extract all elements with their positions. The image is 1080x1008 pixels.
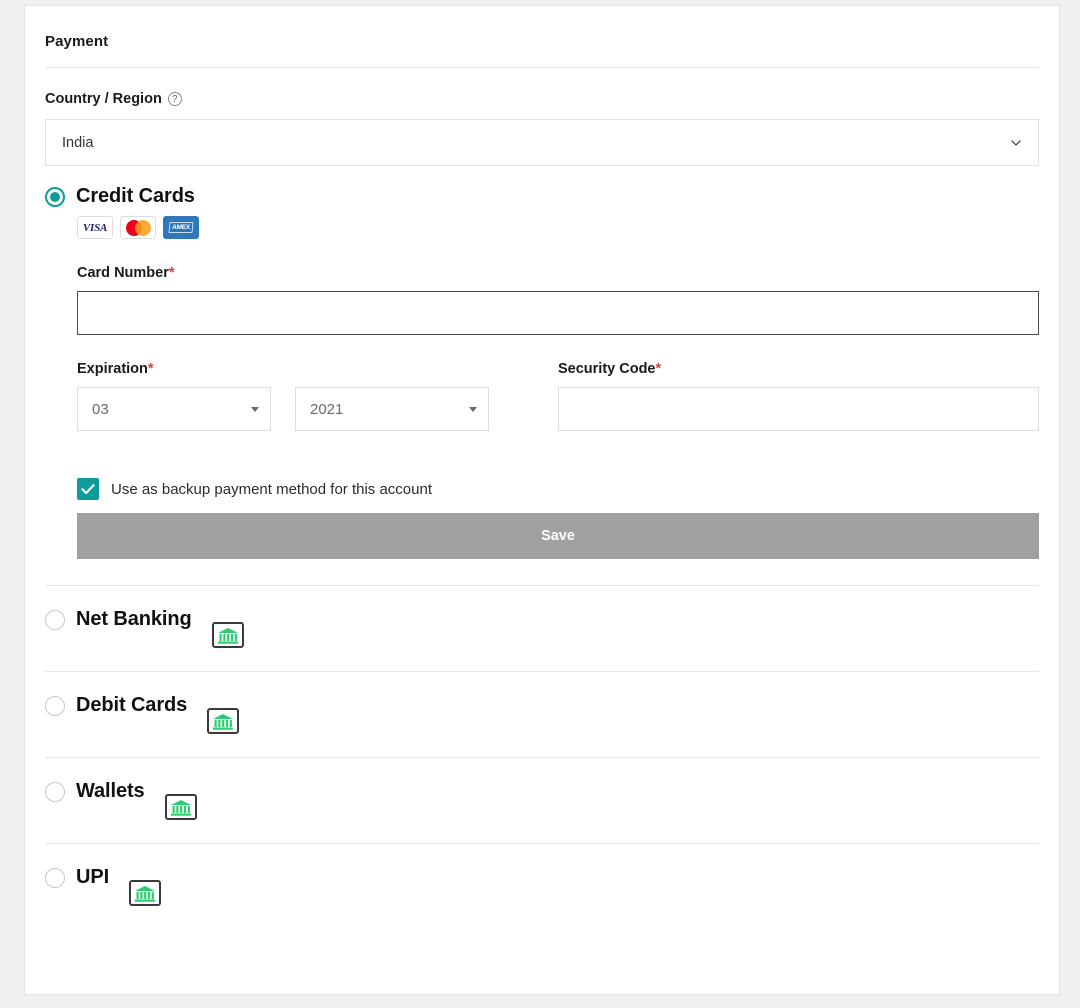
expiration-label-text: Expiration bbox=[77, 361, 148, 377]
card-brand-logos: VISA AMEX bbox=[77, 216, 1039, 239]
expiry-security-row: Expiration* 03 2021 Security Code* bbox=[77, 335, 1039, 431]
country-region-label-text: Country / Region bbox=[45, 91, 162, 107]
mastercard-icon bbox=[120, 216, 156, 239]
country-select-value: India bbox=[62, 134, 94, 151]
debit-cards-label: Debit Cards bbox=[76, 694, 188, 716]
amex-icon-text: AMEX bbox=[168, 222, 194, 233]
wallets-radio[interactable] bbox=[45, 782, 65, 802]
expiration-field: Expiration* 03 2021 bbox=[77, 335, 558, 431]
payment-method-wallets[interactable]: Wallets bbox=[45, 758, 1039, 843]
credit-card-form: Card Number* Expiration* 03 2021 Securit… bbox=[77, 265, 1039, 559]
payment-card: Payment Country / Region ? India Credit … bbox=[24, 5, 1060, 995]
bank-icon bbox=[164, 794, 197, 820]
country-select[interactable]: India bbox=[45, 119, 1039, 166]
card-number-input[interactable] bbox=[77, 291, 1039, 335]
credit-cards-option: Credit Cards VISA AMEX Card Number* Expi… bbox=[45, 166, 1039, 559]
upi-label: UPI bbox=[76, 866, 110, 888]
mastercard-yellow-circle bbox=[135, 220, 151, 236]
wallets-label: Wallets bbox=[76, 780, 145, 802]
payment-method-net-banking[interactable]: Net Banking bbox=[45, 586, 1039, 671]
net-banking-radio[interactable] bbox=[45, 610, 65, 630]
save-button[interactable]: Save bbox=[77, 513, 1039, 559]
security-code-input[interactable] bbox=[558, 387, 1039, 431]
security-code-label-text: Security Code bbox=[558, 361, 656, 377]
upi-radio[interactable] bbox=[45, 868, 65, 888]
security-code-required-mark: * bbox=[655, 361, 662, 377]
visa-icon: VISA bbox=[77, 216, 113, 239]
backup-payment-checkbox[interactable] bbox=[77, 478, 99, 500]
payment-method-debit-cards[interactable]: Debit Cards bbox=[45, 672, 1039, 757]
security-code-field: Security Code* bbox=[558, 335, 1039, 431]
visa-icon-text: VISA bbox=[82, 221, 108, 234]
security-code-label: Security Code* bbox=[558, 361, 1039, 377]
check-icon bbox=[81, 484, 95, 495]
expiration-month-select[interactable]: 03 bbox=[77, 387, 271, 431]
help-circle-icon[interactable]: ? bbox=[167, 92, 182, 106]
chevron-down-icon bbox=[469, 407, 477, 412]
card-number-label-text: Card Number bbox=[77, 265, 169, 281]
bank-icon bbox=[207, 708, 240, 734]
credit-cards-radio-row[interactable]: Credit Cards bbox=[45, 185, 1039, 207]
expiration-year-value: 2021 bbox=[310, 400, 344, 418]
credit-cards-radio[interactable] bbox=[45, 187, 65, 207]
expiration-selects: 03 2021 bbox=[77, 387, 558, 431]
chevron-down-icon bbox=[251, 407, 259, 412]
card-number-required-mark: * bbox=[168, 265, 175, 281]
amex-icon: AMEX bbox=[163, 216, 199, 239]
expiration-required-mark: * bbox=[147, 361, 154, 377]
bank-icon bbox=[129, 880, 162, 906]
other-payment-methods: Net Banking Debit Cards Wallets UPI bbox=[45, 585, 1039, 929]
chevron-down-icon bbox=[1011, 139, 1021, 146]
bank-icon bbox=[211, 622, 244, 648]
credit-cards-label: Credit Cards bbox=[76, 185, 195, 207]
net-banking-label: Net Banking bbox=[76, 608, 192, 630]
expiration-year-select[interactable]: 2021 bbox=[295, 387, 489, 431]
debit-cards-radio[interactable] bbox=[45, 696, 65, 716]
backup-payment-row[interactable]: Use as backup payment method for this ac… bbox=[77, 478, 1039, 500]
page-title: Payment bbox=[45, 33, 109, 50]
country-region-label: Country / Region ? bbox=[45, 91, 1039, 107]
expiration-label: Expiration* bbox=[77, 361, 558, 377]
payment-page: Payment Country / Region ? India Credit … bbox=[0, 0, 1080, 1008]
expiration-month-value: 03 bbox=[92, 400, 109, 418]
country-region-field: Country / Region ? India bbox=[45, 68, 1039, 166]
backup-payment-label: Use as backup payment method for this ac… bbox=[111, 480, 433, 498]
card-number-label: Card Number* bbox=[77, 265, 1039, 281]
payment-method-upi[interactable]: UPI bbox=[45, 844, 1039, 929]
